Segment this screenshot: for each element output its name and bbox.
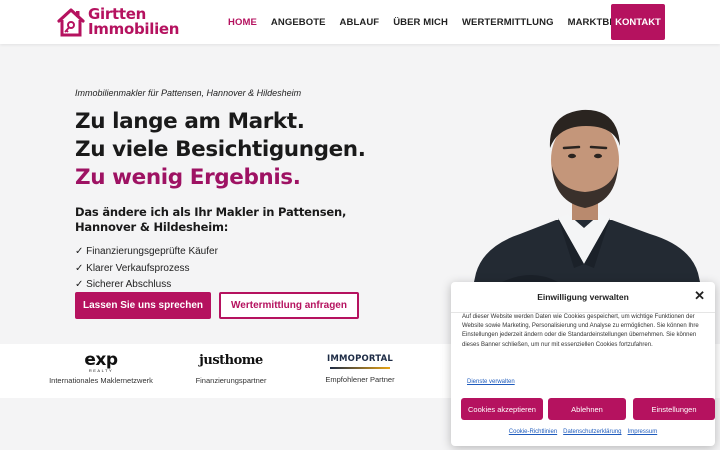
hero-subhead: Das ändere ich als Ihr Makler in Pattens… xyxy=(75,205,347,234)
cookie-settings-button[interactable]: Einstellungen xyxy=(633,398,715,420)
partner-justhome[interactable]: justhome Finanzierungspartner xyxy=(186,352,276,385)
agent-portrait-image xyxy=(470,109,704,300)
nav-angebote[interactable]: ANGEBOTE xyxy=(271,17,326,28)
accept-cookies-button[interactable]: Cookies akzeptieren xyxy=(461,398,543,420)
manage-vendors-link[interactable]: Dienste verwalten xyxy=(467,379,515,385)
main-nav: HOME ANGEBOTE ABLAUF ÜBER MICH WERTERMIT… xyxy=(228,0,666,44)
benefit-item: ✓ Finanzierungsgeprüfte Käufer xyxy=(75,246,218,257)
valuation-button[interactable]: Wertermittlung anfragen xyxy=(219,292,359,319)
cookie-text: Auf dieser Website werden Daten wie Cook… xyxy=(462,314,699,348)
justhome-logo: justhome xyxy=(199,353,263,368)
house-logo-icon xyxy=(57,8,85,37)
partner-immoportal[interactable]: IMMOPORTAL Empfohlener Partner xyxy=(318,352,402,384)
site-header: Girtten Immobilien HOME ANGEBOTE ABLAUF … xyxy=(0,0,720,44)
brand-name: Girtten Immobilien xyxy=(88,7,179,37)
partner-exp[interactable]: exp REALTY Internationales Maklernetzwer… xyxy=(46,350,156,386)
brand-line2: Immobilien xyxy=(88,20,180,38)
nav-wertermittlung[interactable]: WERTERMITTLUNG xyxy=(462,17,554,28)
cookie-policy-link[interactable]: Cookie-Richtlinien xyxy=(509,429,557,435)
headline-line-3: Zu wenig Ergebnis. xyxy=(75,165,301,190)
partner-label: Empfohlener Partner xyxy=(325,375,395,384)
exp-logo-sub: REALTY xyxy=(88,368,114,373)
brand-logo[interactable]: Girtten Immobilien xyxy=(56,4,179,40)
privacy-link[interactable]: Datenschutzerklärung xyxy=(563,429,621,435)
benefit-list: ✓ Finanzierungsgeprüfte Käufer ✓ Klarer … xyxy=(75,244,218,294)
cookie-title: Einwilligung verwalten xyxy=(537,292,629,302)
hero-headline: Zu lange am Markt. Zu viele Besichtigung… xyxy=(75,108,366,192)
benefit-item: ✓ Klarer Verkaufsprozess xyxy=(75,262,190,274)
immoportal-logo: IMMOPORTAL xyxy=(326,354,394,364)
kontakt-button[interactable]: KONTAKT xyxy=(611,4,665,40)
cookie-consent-dialog: Einwilligung verwalten ✕ Auf dieser Webs… xyxy=(451,282,715,446)
exp-logo: exp xyxy=(84,350,118,370)
close-icon[interactable]: ✕ xyxy=(694,289,705,303)
imprint-link[interactable]: Impressum xyxy=(628,429,658,435)
partner-label: Finanzierungspartner xyxy=(195,376,267,385)
headline-line-2: Zu viele Besichtigungen. xyxy=(75,137,366,162)
immoportal-logo-line xyxy=(330,367,390,369)
headline-line-1: Zu lange am Markt. xyxy=(75,109,305,134)
deny-cookies-button[interactable]: Ablehnen xyxy=(548,398,626,420)
cookie-footer-links: Cookie-Richtlinien Datenschutzerklärung … xyxy=(451,429,715,435)
hero-tagline: Immobilienmakler für Pattensen, Hannover… xyxy=(75,88,302,98)
nav-ueber-mich[interactable]: ÜBER MICH xyxy=(393,17,448,28)
nav-ablauf[interactable]: ABLAUF xyxy=(340,17,380,28)
nav-home[interactable]: HOME xyxy=(228,17,257,28)
talk-button[interactable]: Lassen Sie uns sprechen xyxy=(75,292,211,319)
partner-label: Internationales Maklernetzwerk xyxy=(49,376,153,385)
